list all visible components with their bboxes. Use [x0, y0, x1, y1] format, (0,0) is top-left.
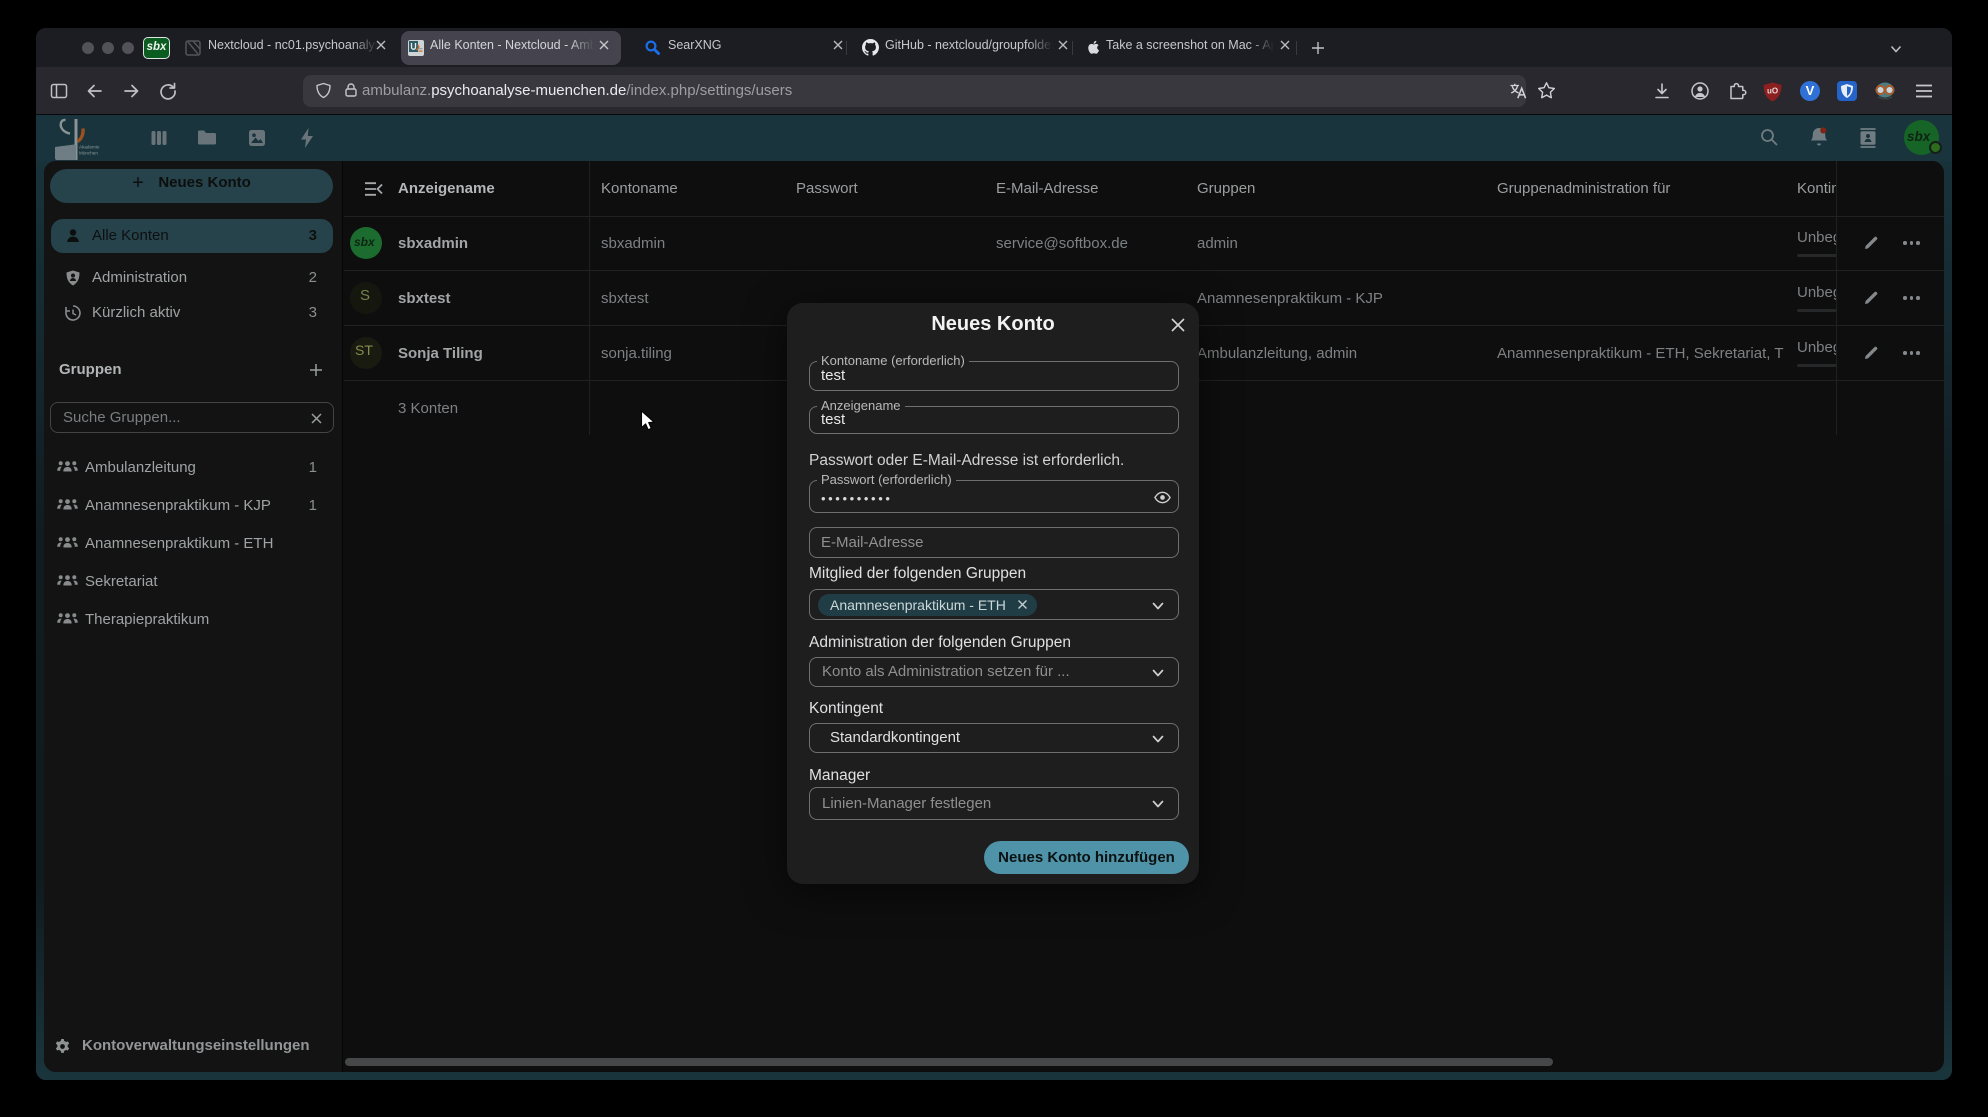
svg-text:uO: uO	[1767, 87, 1778, 96]
svg-text:München: München	[79, 151, 98, 156]
svg-text:Akademie: Akademie	[79, 145, 100, 150]
